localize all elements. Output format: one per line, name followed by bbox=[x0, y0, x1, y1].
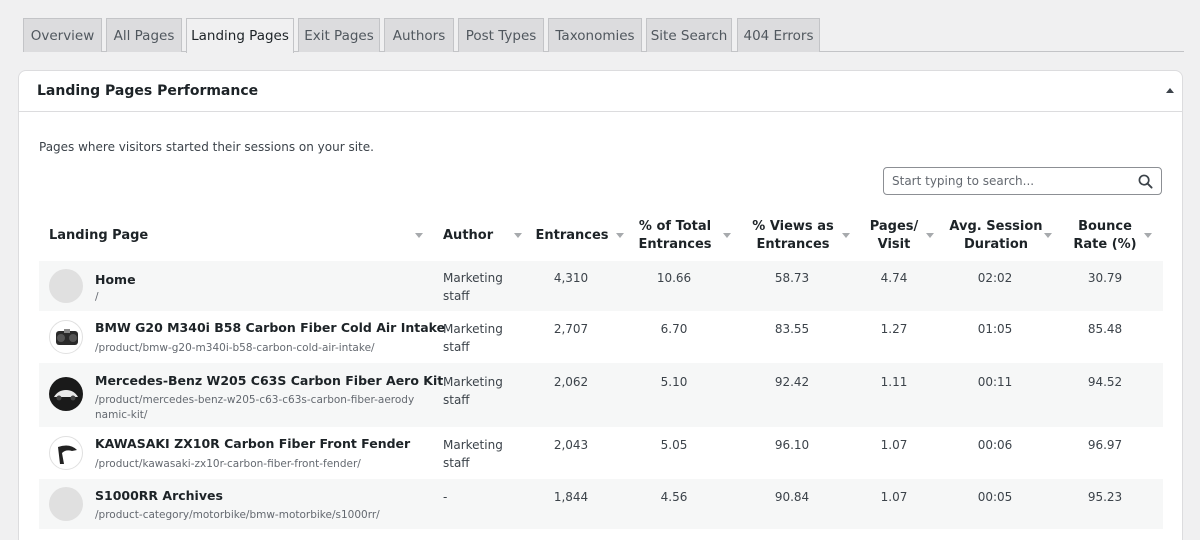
page-title[interactable]: S1000RR Archives bbox=[95, 488, 223, 503]
pages-visit-cell: 1.27 bbox=[880, 322, 908, 336]
table-row[interactable]: Home / Marketing staff 4,310 10.66 58.73 … bbox=[39, 261, 1163, 311]
pct-total-cell: 10.66 bbox=[656, 271, 692, 285]
tab-taxonomies[interactable]: Taxonomies bbox=[548, 18, 642, 52]
duration-cell: 01:05 bbox=[977, 322, 1013, 336]
tab-exit-pages[interactable]: Exit Pages bbox=[298, 18, 380, 52]
sort-icon[interactable] bbox=[415, 233, 423, 238]
sort-icon[interactable] bbox=[1044, 233, 1052, 238]
tab-landing-pages[interactable]: Landing Pages bbox=[186, 18, 294, 53]
page-path: /product/mercedes-benz-w205-c63-c63s-car… bbox=[95, 394, 415, 421]
entrances-cell: 4,310 bbox=[553, 271, 589, 285]
duration-cell: 02:02 bbox=[977, 271, 1013, 285]
panel-title: Landing Pages Performance bbox=[37, 83, 259, 99]
car-image bbox=[54, 390, 78, 401]
pct-views-cell: 90.84 bbox=[774, 490, 810, 504]
sort-icon[interactable] bbox=[926, 233, 934, 238]
pct-total-cell: 5.10 bbox=[660, 375, 688, 389]
duration-cell: 00:05 bbox=[977, 490, 1013, 504]
entrances-cell: 2,062 bbox=[553, 375, 589, 389]
page-thumbnail bbox=[49, 436, 83, 470]
tab-authors[interactable]: Authors bbox=[384, 18, 454, 52]
col-author[interactable]: Author bbox=[443, 211, 523, 261]
author-cell: Marketing staff bbox=[443, 322, 503, 354]
duration-cell: 00:11 bbox=[977, 375, 1013, 389]
pct-views-cell: 58.73 bbox=[774, 271, 810, 285]
bounce-rate-cell: 85.48 bbox=[1087, 322, 1123, 336]
pct-views-cell: 83.55 bbox=[774, 322, 810, 336]
tab-post-types[interactable]: Post Types bbox=[458, 18, 544, 52]
page-thumbnail-placeholder bbox=[49, 487, 83, 521]
table-row[interactable]: Mercedes-Benz W205 C63S Carbon Fiber Aer… bbox=[39, 363, 1163, 427]
tab-all-pages[interactable]: All Pages bbox=[106, 18, 182, 52]
pages-visit-cell: 4.74 bbox=[880, 271, 908, 285]
author-cell: Marketing staff bbox=[443, 271, 503, 303]
search-input[interactable] bbox=[884, 168, 1129, 194]
page-thumbnail-placeholder bbox=[49, 269, 83, 303]
panel-description: Pages where visitors started their sessi… bbox=[39, 140, 374, 154]
page-title[interactable]: KAWASAKI ZX10R Carbon Fiber Front Fender bbox=[95, 436, 410, 451]
bounce-rate-cell: 95.23 bbox=[1087, 490, 1123, 504]
page-thumbnail bbox=[49, 377, 83, 411]
bounce-rate-cell: 30.79 bbox=[1087, 271, 1123, 285]
search-box bbox=[883, 167, 1162, 195]
sort-icon[interactable] bbox=[616, 233, 624, 238]
table-body: Home / Marketing staff 4,310 10.66 58.73 … bbox=[39, 261, 1163, 529]
page-path: /product-category/motorbike/bmw-motorbik… bbox=[95, 509, 380, 521]
pct-views-cell: 96.10 bbox=[774, 438, 810, 452]
table-row[interactable]: KAWASAKI ZX10R Carbon Fiber Front Fender… bbox=[39, 427, 1163, 479]
col-pct-total-entrances[interactable]: % of Total Entrances bbox=[635, 211, 715, 261]
page-path: / bbox=[95, 291, 99, 303]
sort-icon[interactable] bbox=[514, 233, 522, 238]
pct-total-cell: 4.56 bbox=[660, 490, 688, 504]
col-bounce-rate[interactable]: Bounce Rate (%) bbox=[1065, 211, 1145, 261]
tab-404-errors[interactable]: 404 Errors bbox=[737, 18, 820, 52]
pages-visit-cell: 1.07 bbox=[880, 438, 908, 452]
sort-icon[interactable] bbox=[1144, 233, 1152, 238]
page-title[interactable]: Mercedes-Benz W205 C63S Carbon Fiber Aer… bbox=[95, 373, 443, 388]
collapse-toggle-icon[interactable] bbox=[1164, 85, 1176, 97]
report-tabs: Overview All Pages Landing Pages Exit Pa… bbox=[23, 18, 1184, 53]
table-row[interactable]: S1000RR Archives /product-category/motor… bbox=[39, 479, 1163, 529]
bounce-rate-cell: 96.97 bbox=[1087, 438, 1123, 452]
entrances-cell: 2,707 bbox=[553, 322, 589, 336]
pages-visit-cell: 1.11 bbox=[880, 375, 908, 389]
bounce-rate-cell: 94.52 bbox=[1087, 375, 1123, 389]
page-title[interactable]: BMW G20 M340i B58 Carbon Fiber Cold Air … bbox=[95, 320, 445, 335]
author-cell: Marketing staff bbox=[443, 375, 503, 407]
tab-site-search[interactable]: Site Search bbox=[646, 18, 732, 52]
author-cell: Marketing staff bbox=[443, 438, 503, 470]
pct-views-cell: 92.42 bbox=[774, 375, 810, 389]
entrances-cell: 2,043 bbox=[553, 438, 589, 452]
fender-image bbox=[58, 445, 77, 464]
table-row[interactable]: BMW G20 M340i B58 Carbon Fiber Cold Air … bbox=[39, 311, 1163, 363]
pages-visit-cell: 1.07 bbox=[880, 490, 908, 504]
author-cell: - bbox=[443, 490, 448, 504]
page-path: /product/bmw-g20-m340i-b58-carbon-cold-a… bbox=[95, 342, 375, 354]
sort-icon[interactable] bbox=[842, 233, 850, 238]
pct-total-cell: 6.70 bbox=[660, 322, 688, 336]
intake-image bbox=[56, 329, 78, 345]
sort-icon[interactable] bbox=[723, 233, 731, 238]
col-landing-page[interactable]: Landing Page bbox=[49, 211, 409, 261]
panel-header: Landing Pages Performance bbox=[19, 71, 1182, 112]
page-path: /product/kawasaki-zx10r-carbon-fiber-fro… bbox=[95, 458, 361, 470]
table-header: Landing Page Author Entrances % of Total… bbox=[39, 211, 1163, 261]
col-avg-session-duration[interactable]: Avg. Session Duration bbox=[947, 211, 1045, 261]
search-icon[interactable] bbox=[1138, 174, 1153, 189]
landing-pages-panel: Landing Pages Performance Pages where vi… bbox=[18, 70, 1183, 540]
pct-total-cell: 5.05 bbox=[660, 438, 688, 452]
col-pages-visit[interactable]: Pages/ Visit bbox=[863, 211, 925, 261]
page-title[interactable]: Home bbox=[95, 272, 136, 287]
col-pct-views-entrances[interactable]: % Views as Entrances bbox=[749, 211, 837, 261]
entrances-cell: 1,844 bbox=[553, 490, 589, 504]
tab-overview[interactable]: Overview bbox=[23, 18, 102, 52]
duration-cell: 00:06 bbox=[977, 438, 1013, 452]
col-entrances[interactable]: Entrances bbox=[533, 211, 611, 261]
page-thumbnail bbox=[49, 320, 83, 354]
